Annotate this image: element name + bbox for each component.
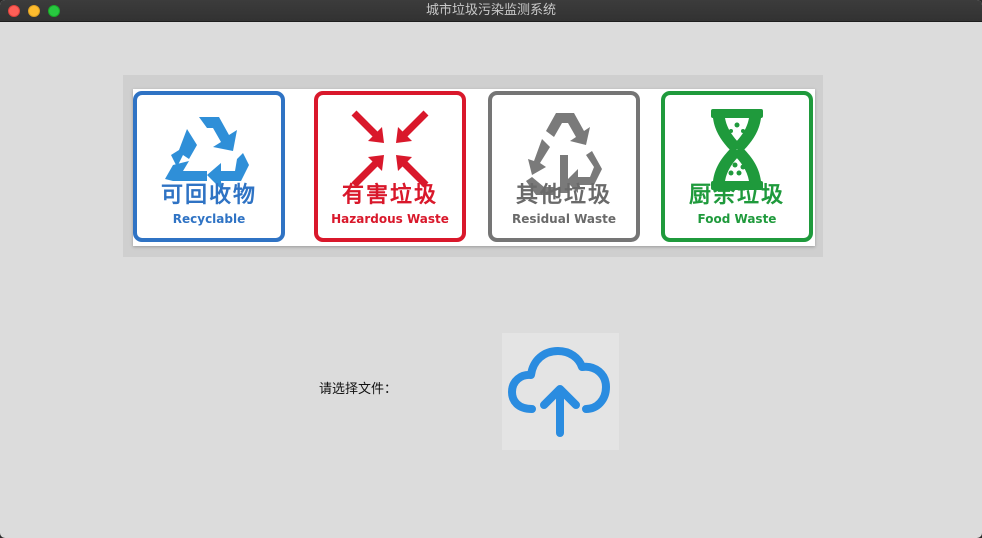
bin-food: 厨余垃圾 Food Waste <box>661 91 813 242</box>
bin-hazardous-cn-label: 有害垃圾 <box>341 183 438 208</box>
title-bar: 城市垃圾污染监测系统 <box>0 0 982 22</box>
bin-hazardous-en-label: Hazardous Waste <box>331 212 449 226</box>
waste-category-banner: 可回收物 Recyclable 有害垃圾 Hazardous Waste 其他垃… <box>123 75 823 257</box>
cloud-upload-icon <box>508 347 610 437</box>
bin-hazardous: 有害垃圾 Hazardous Waste <box>314 91 466 242</box>
upload-file-button[interactable] <box>502 333 619 450</box>
bin-food-cn-label: 厨余垃圾 <box>688 183 785 208</box>
bin-food-en-label: Food Waste <box>697 212 777 226</box>
bin-residual-cn-label: 其他垃圾 <box>515 183 612 208</box>
bin-residual-en-label: Residual Waste <box>511 212 617 226</box>
app-window: 城市垃圾污染监测系统 可回收物 Recyclable 有害垃圾 Hazardou… <box>0 0 982 538</box>
bin-recyclable: 可回收物 Recyclable <box>133 91 285 242</box>
window-title: 城市垃圾污染监测系统 <box>425 3 556 18</box>
banner-image: 可回收物 Recyclable 有害垃圾 Hazardous Waste 其他垃… <box>133 89 815 246</box>
bin-recyclable-en-label: Recyclable <box>172 212 246 226</box>
bin-recyclable-cn-label: 可回收物 <box>160 183 257 208</box>
choose-file-label: 请选择文件： <box>319 382 398 397</box>
bin-residual: 其他垃圾 Residual Waste <box>488 91 640 242</box>
